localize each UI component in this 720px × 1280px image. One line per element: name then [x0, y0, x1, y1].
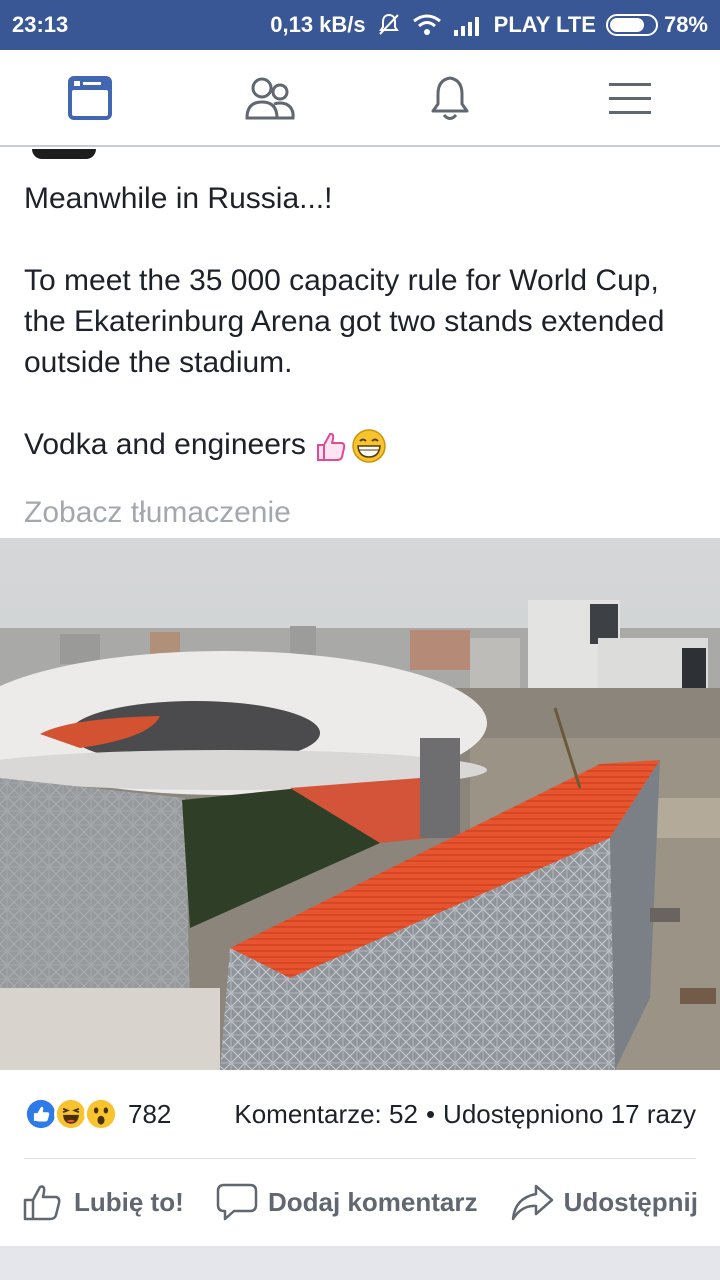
facebook-nav-bar [0, 50, 720, 147]
shares-count-link[interactable]: Udostępniono 17 razy [443, 1099, 696, 1130]
comments-count-link[interactable]: Komentarze: 52 [234, 1099, 418, 1130]
battery-percent: 78% [663, 12, 708, 37]
nav-tab-notifications[interactable] [410, 58, 490, 138]
nav-tab-menu[interactable] [590, 58, 670, 138]
grinning-face-icon [352, 429, 386, 463]
post-emojis [314, 429, 388, 463]
post-line-2: To meet the 35 000 capacity rule for Wor… [24, 264, 665, 379]
comment-bubble-icon [216, 1183, 258, 1221]
comment-button-label: Dodaj komentarz [267, 1186, 478, 1217]
battery-icon [605, 14, 658, 36]
status-right: 0,13 kB/s PLAY LTE 78% [270, 12, 708, 38]
post-line-3: Vodka and engineers [24, 428, 306, 461]
actions-divider [24, 1158, 696, 1159]
stadium-photo-illustration [0, 538, 720, 1070]
friends-icon [245, 77, 295, 119]
battery: 78% [605, 12, 708, 38]
like-reaction-icon [24, 1097, 58, 1131]
post-actions: Lubię to! Dodaj komentarz Udostępnij [0, 1170, 720, 1234]
post-stats: Komentarze: 52 • Udostępniono 17 razy [234, 1092, 696, 1136]
comment-button[interactable]: Dodaj komentarz [216, 1182, 478, 1222]
feed-separator [0, 1246, 720, 1280]
battery-fill [609, 18, 645, 32]
post-line-1: Meanwhile in Russia...! [24, 182, 333, 215]
nav-tab-friends[interactable] [230, 58, 310, 138]
menu-icon [609, 82, 651, 114]
share-button-label: Udostępnij [563, 1186, 698, 1217]
notifications-bell-icon [431, 76, 469, 120]
post-text: Meanwhile in Russia...! To meet the 35 0… [24, 178, 696, 465]
see-translation-link[interactable]: Zobacz tłumaczenie [24, 496, 291, 530]
post-line-3-wrap: Vodka and engineers [24, 424, 696, 465]
stats-separator: • [425, 1098, 436, 1129]
author-avatar[interactable] [32, 149, 96, 159]
reaction-count: 782 [128, 1098, 172, 1129]
wow-reaction-icon [84, 1097, 118, 1131]
share-button[interactable]: Udostępnij [510, 1182, 698, 1222]
haha-reaction-icon [54, 1097, 88, 1131]
news-feed-icon [68, 75, 112, 120]
status-time: 23:13 [12, 12, 69, 37]
like-button[interactable]: Lubię to! [22, 1182, 184, 1222]
network-speed: 0,13 kB/s [270, 12, 366, 37]
status-bar: 23:13 0,13 kB/s PLAY LTE 78% [0, 0, 720, 50]
reactions-summary[interactable]: 782 [24, 1092, 171, 1136]
thumbs-up-outline-icon [23, 1185, 61, 1221]
muted-bell-icon [376, 12, 402, 38]
signal-icon [452, 14, 484, 36]
carrier-name: PLAY LTE [493, 12, 596, 37]
like-button-label: Lubię to! [74, 1186, 184, 1217]
thumbs-up-icon [317, 432, 346, 462]
post-photo[interactable] [0, 538, 720, 1070]
nav-tab-news-feed[interactable] [50, 58, 130, 138]
wifi-icon [412, 13, 442, 37]
share-arrow-icon [511, 1184, 553, 1221]
